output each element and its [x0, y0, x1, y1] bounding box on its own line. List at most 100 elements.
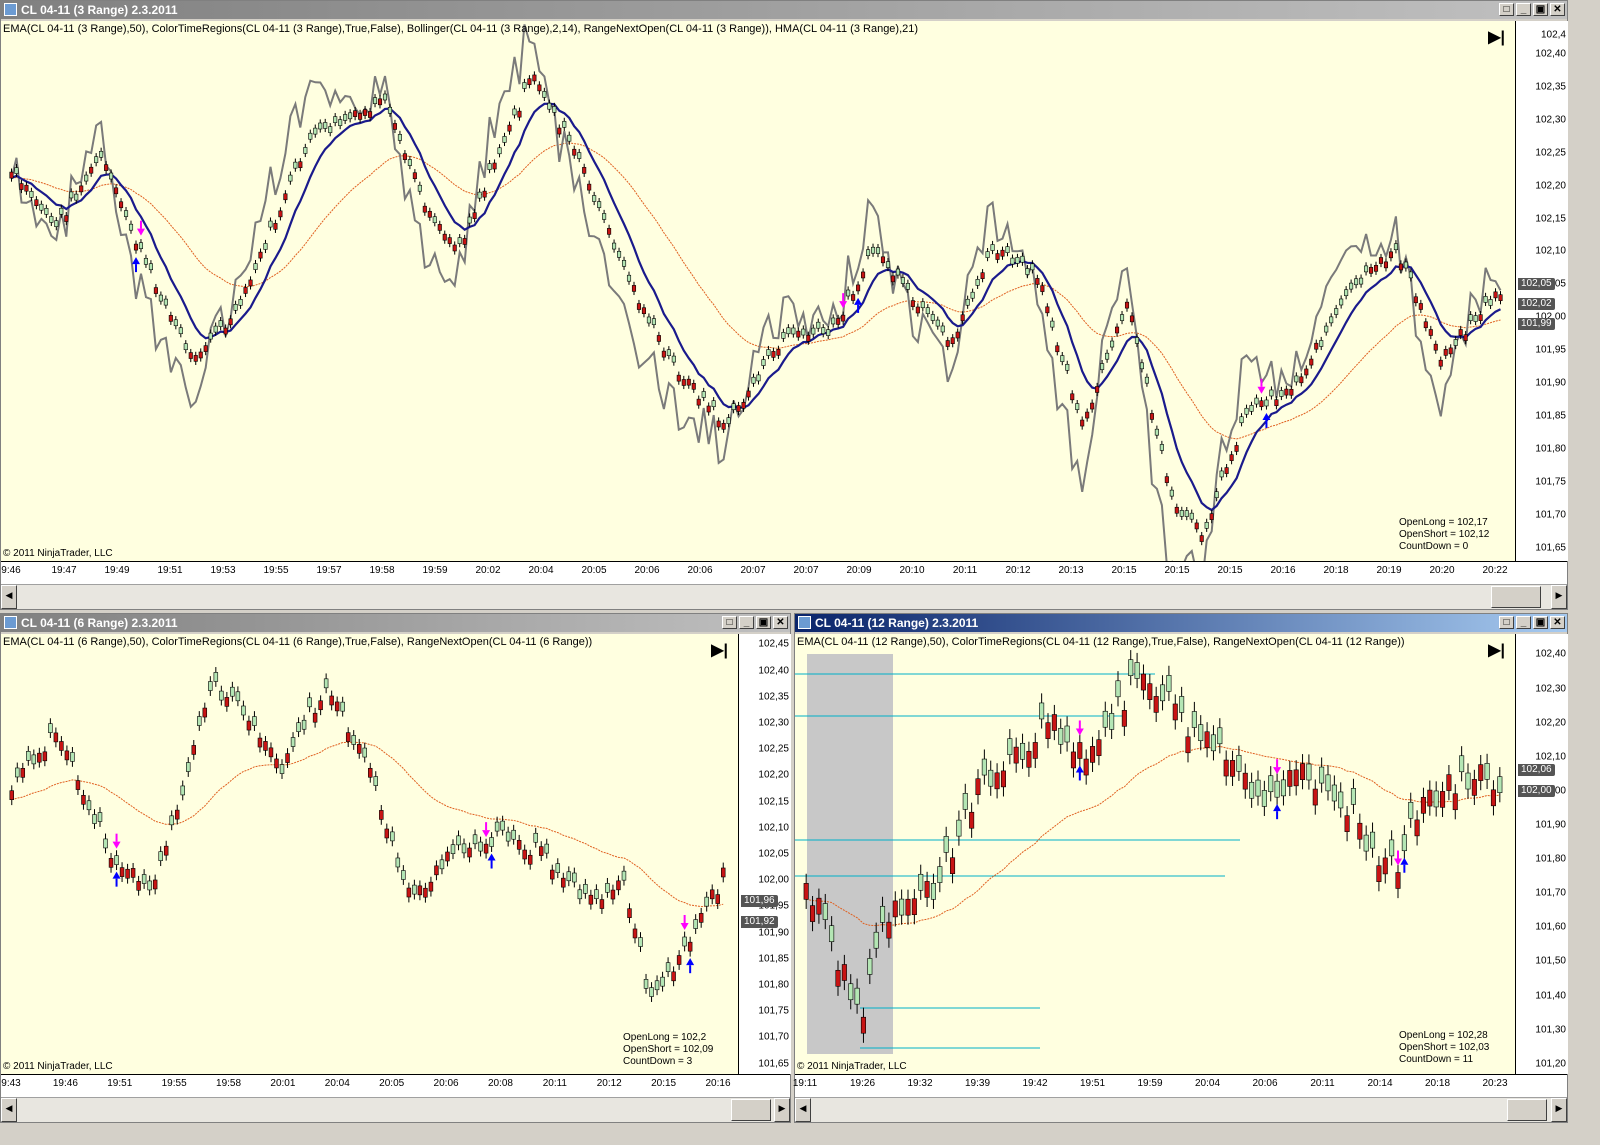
candle-body: [1339, 298, 1344, 306]
candle-body: [709, 889, 715, 900]
candle-body: [312, 712, 318, 723]
price-axis[interactable]: 102,40 102,30 102,20 102,10 102,00 101,90 101,…: [1515, 634, 1568, 1074]
minimize-icon[interactable]: _: [1516, 3, 1531, 16]
candle-body: [130, 868, 136, 878]
x-tick-label: 19:53: [210, 565, 236, 576]
skip-to-end-icon[interactable]: ▶|: [1488, 27, 1505, 47]
horizontal-scrollbar[interactable]: ◀ ▶: [795, 1097, 1567, 1122]
indicator-list: EMA(CL 04-11 (12 Range),50), ColorTimeRe…: [797, 636, 1405, 648]
candle-body: [1490, 789, 1496, 807]
short-arrow-icon: [482, 830, 491, 838]
scroll-thumb[interactable]: [731, 1099, 771, 1121]
restore-icon[interactable]: □: [722, 616, 737, 629]
scroll-right-button[interactable]: ▶: [774, 1098, 790, 1122]
time-axis[interactable]: 9:46 19:47 19:49 19:51 19:53 19:55 19:57 19:58 1…: [1, 561, 1567, 584]
chart-window-bottom-left[interactable]: CL 04-11 (6 Range) 2.3.2011 □ _ ▣ ✕ EMA(…: [0, 613, 791, 1123]
price-panel[interactable]: EMA(CL 04-11 (12 Range),50), ColorTimeRe…: [795, 634, 1515, 1074]
window-titlebar[interactable]: CL 04-11 (12 Range) 2.3.2011 □ _ ▣ ✕: [795, 614, 1567, 632]
candle-body: [975, 778, 981, 796]
candle-body: [561, 877, 566, 888]
scroll-thumb[interactable]: [1491, 586, 1541, 608]
candle-body: [1473, 315, 1478, 322]
candle-body: [512, 108, 517, 116]
price-panel[interactable]: EMA(CL 04-11 (6 Range),50), ColorTimeReg…: [1, 634, 738, 1074]
time-axis[interactable]: 19:11 19:26 19:32 19:39 19:42 19:51 19:59 20:04…: [793, 1074, 1567, 1097]
scroll-right-button[interactable]: ▶: [1551, 1098, 1567, 1122]
x-tick-label: 20:04: [1194, 1078, 1221, 1089]
candle-body: [1284, 388, 1289, 396]
maximize-icon[interactable]: ▣: [1533, 616, 1548, 629]
candle-body: [442, 233, 447, 241]
chart-window-bottom-right[interactable]: CL 04-11 (12 Range) 2.3.2011 □ _ ▣ ✕ EMA…: [793, 613, 1568, 1123]
candle-body: [1224, 467, 1229, 474]
copyright: © 2011 NinjaTrader, LLC: [797, 1061, 907, 1072]
horizontal-scrollbar[interactable]: ◀ ▶: [1, 1097, 790, 1122]
candle-body: [1169, 489, 1174, 497]
candle-body: [841, 964, 847, 981]
candle-body: [248, 279, 253, 287]
candle-body: [1184, 510, 1189, 517]
x-tick-label: 19:55: [263, 565, 289, 576]
scroll-thumb[interactable]: [1507, 1099, 1547, 1121]
scroll-left-button[interactable]: ◀: [795, 1098, 811, 1122]
skip-to-end-icon[interactable]: ▶|: [1488, 640, 1505, 660]
y-tick-label: 102,15: [1535, 213, 1566, 225]
candle-body: [1249, 781, 1255, 799]
candle-body: [1458, 329, 1463, 336]
chart-canvas: [795, 650, 1503, 1054]
price-axis[interactable]: 102,4 102,40 102,35 102,30 102,25 102,20 102,…: [1515, 21, 1568, 561]
candle-body: [1083, 758, 1089, 776]
open-short: OpenShort = 102,12: [1399, 529, 1490, 540]
candle-body: [1045, 306, 1050, 314]
candle-body: [1204, 731, 1210, 749]
candle-body: [136, 880, 141, 891]
candle-body: [1350, 788, 1356, 805]
chart-window-top[interactable]: CL 04-11 (3 Range) 2.3.2011 □ _ ▣ ✕ EMA(…: [0, 0, 1568, 610]
maximize-icon[interactable]: ▣: [1533, 3, 1548, 16]
restore-icon[interactable]: □: [1499, 616, 1514, 629]
skip-to-end-icon[interactable]: ▶|: [711, 640, 728, 660]
candle-body: [900, 277, 905, 284]
minimize-icon[interactable]: _: [1516, 616, 1531, 629]
candle-body: [54, 220, 59, 227]
candle-body: [290, 737, 296, 747]
candle-body: [1325, 774, 1331, 792]
close-icon[interactable]: ✕: [1550, 3, 1565, 16]
candle-body: [1414, 819, 1420, 837]
candle-body: [422, 205, 427, 213]
close-icon[interactable]: ✕: [1550, 616, 1565, 629]
restore-icon[interactable]: □: [1499, 3, 1514, 16]
scroll-left-button[interactable]: ◀: [1, 585, 17, 609]
candle-body: [108, 858, 114, 868]
scroll-right-button[interactable]: ▶: [1551, 585, 1567, 609]
candle-body: [235, 691, 241, 702]
close-icon[interactable]: ✕: [773, 616, 788, 629]
candle-body: [246, 720, 252, 731]
candle-body: [1319, 766, 1325, 784]
window-titlebar[interactable]: CL 04-11 (6 Range) 2.3.2011 □ _ ▣ ✕: [1, 614, 790, 632]
minimize-icon[interactable]: _: [739, 616, 754, 629]
price-panel[interactable]: EMA(CL 04-11 (3 Range),50), ColorTimeReg…: [1, 21, 1515, 561]
candle-body: [1219, 470, 1224, 478]
candle-body: [208, 332, 213, 340]
candle-body: [1239, 416, 1244, 424]
candle-body: [37, 752, 42, 763]
candle-body: [252, 716, 257, 726]
candle-body: [351, 735, 356, 745]
candle-body: [1134, 337, 1140, 344]
time-axis[interactable]: 9:43 19:46 19:51 19:55 19:58 20:01 20:04 20:05 2…: [1, 1074, 790, 1097]
candle-body: [492, 162, 497, 170]
candle-body: [1154, 428, 1159, 436]
price-axis[interactable]: 102,45 102,40 102,35 102,30 102,25 102,20 102,…: [738, 634, 791, 1074]
chart-app-icon: [4, 3, 17, 16]
candle-body: [985, 251, 990, 258]
maximize-icon[interactable]: ▣: [756, 616, 771, 629]
scroll-left-button[interactable]: ◀: [1, 1098, 17, 1122]
window-titlebar[interactable]: CL 04-11 (3 Range) 2.3.2011 □ _ ▣ ✕: [1, 1, 1567, 19]
candle-body: [1185, 736, 1191, 754]
candle-body: [1039, 702, 1045, 720]
horizontal-scrollbar[interactable]: ◀ ▶: [1, 584, 1567, 609]
candle-body: [24, 184, 29, 192]
candle-body: [1010, 257, 1015, 265]
y-tick-label: 102,35: [1535, 81, 1566, 93]
